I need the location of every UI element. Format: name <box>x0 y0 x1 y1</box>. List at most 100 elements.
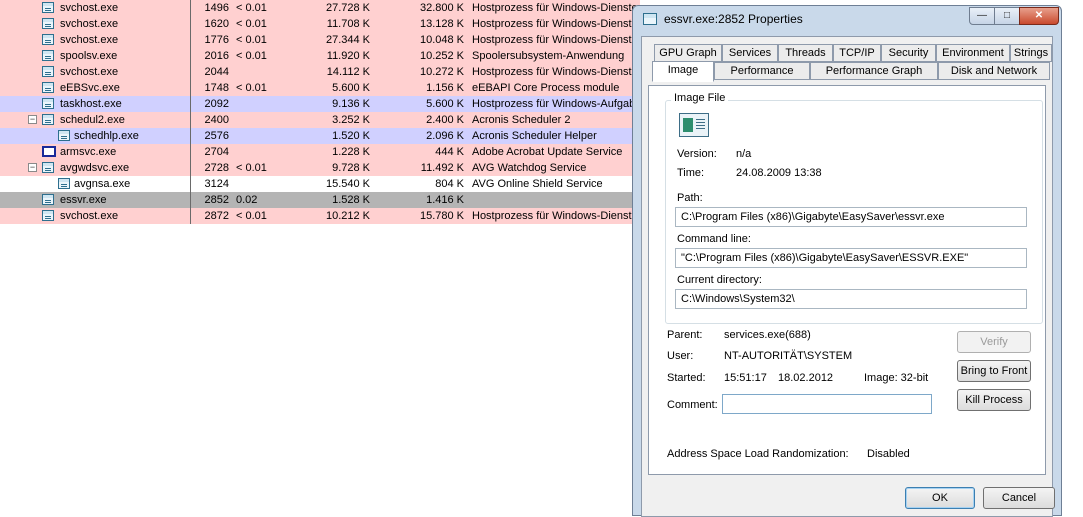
process-working-set: 5.600 K <box>426 98 464 110</box>
tab-strings[interactable]: Strings <box>1010 44 1052 62</box>
process-cpu: 0.02 <box>236 194 258 206</box>
process-pid: 2044 <box>204 66 229 78</box>
process-working-set: 11.492 K <box>420 162 464 174</box>
command-line-field[interactable]: "C:\Program Files (x86)\Gigabyte\EasySav… <box>675 248 1027 268</box>
column-divider[interactable] <box>190 0 191 224</box>
close-button[interactable]: ✕ <box>1019 7 1059 25</box>
comment-input[interactable] <box>722 394 932 414</box>
process-pid: 2852 <box>204 194 229 206</box>
process-description <box>472 192 640 208</box>
command-line-label: Command line: <box>677 233 751 245</box>
process-description: AVG Online Shield Service <box>472 178 603 190</box>
process-cpu <box>236 64 286 80</box>
process-row[interactable]: svchost.exe 1620 < 0.01 11.708 K 13.128 K Hos… <box>0 16 640 32</box>
process-pid: 3124 <box>204 178 229 190</box>
tab-disk-and-network[interactable]: Disk and Network <box>938 62 1050 80</box>
process-description: Acronis Scheduler Helper <box>472 130 597 142</box>
process-cpu <box>236 176 286 192</box>
collapse-icon[interactable]: − <box>28 115 37 124</box>
tab-services[interactable]: Services <box>722 44 778 62</box>
process-row[interactable]: − schedul2.exe 2400 3.252 K 2.400 K Acronis S… <box>0 112 640 128</box>
process-cpu: < 0.01 <box>236 162 267 174</box>
tab-environment[interactable]: Environment <box>936 44 1010 62</box>
process-row[interactable]: − avgwdsvc.exe 2728 < 0.01 9.728 K 11.492 K AV… <box>0 160 640 176</box>
path-field[interactable]: C:\Program Files (x86)\Gigabyte\EasySave… <box>675 207 1027 227</box>
bring-to-front-button[interactable]: Bring to Front <box>957 360 1031 382</box>
process-row[interactable]: schedhlp.exe 2576 1.520 K 2.096 K Acronis Sc… <box>0 128 640 144</box>
process-name: svchost.exe <box>60 66 119 78</box>
process-name: taskhost.exe <box>60 98 122 110</box>
process-working-set: 13.128 K <box>419 18 464 30</box>
process-name: avgnsa.exe <box>74 178 131 190</box>
process-cpu: < 0.01 <box>236 34 267 46</box>
process-description: Hostprozess für Windows-Dienste <box>472 66 638 78</box>
process-pid: 1748 <box>204 82 229 94</box>
properties-dialog: essvr.exe:2852 Properties — □ ✕ GPU Grap… <box>632 5 1062 517</box>
process-description: Hostprozess für Windows-Dienste <box>472 2 638 14</box>
verify-button[interactable]: Verify <box>957 331 1031 353</box>
process-description: Adobe Acrobat Update Service <box>472 146 623 158</box>
process-cpu: < 0.01 <box>236 82 267 94</box>
image-tab-page: Image File Version: n/a Time: 24.08.2009… <box>648 85 1046 475</box>
process-working-set: 2.400 K <box>426 114 464 126</box>
process-cpu: < 0.01 <box>236 210 267 222</box>
process-name: svchost.exe <box>60 18 119 30</box>
process-private-bytes: 3.252 K <box>332 114 370 126</box>
process-row[interactable]: eEBSvc.exe 1748 < 0.01 5.600 K 1.156 K eEBAPI… <box>0 80 640 96</box>
process-pid: 2872 <box>204 210 229 222</box>
process-row[interactable]: essvr.exe 2852 0.02 1.528 K 1.416 K <box>0 192 640 208</box>
process-row[interactable]: svchost.exe 2044 14.112 K 10.272 K Hostproze… <box>0 64 640 80</box>
tab-gpu-graph[interactable]: GPU Graph <box>654 44 722 62</box>
process-private-bytes: 14.112 K <box>326 66 370 78</box>
started-date: 18.02.2012 <box>778 372 834 384</box>
tab-performance-graph[interactable]: Performance Graph <box>810 62 938 80</box>
dialog-title: essvr.exe:2852 Properties <box>664 12 803 26</box>
process-row[interactable]: svchost.exe 1496 < 0.01 27.728 K 32.800 K Hos… <box>0 0 640 16</box>
process-private-bytes: 10.212 K <box>325 210 370 222</box>
process-row[interactable]: armsvc.exe 2704 1.228 K 444 K Adobe Acrobat … <box>0 144 640 160</box>
collapse-icon[interactable]: − <box>28 163 37 172</box>
process-description: Spoolersubsystem-Anwendung <box>472 50 625 62</box>
process-private-bytes: 11.708 K <box>326 18 370 30</box>
tab-tcpip[interactable]: TCP/IP <box>833 44 881 62</box>
cancel-button[interactable]: Cancel <box>983 487 1055 509</box>
ok-button[interactable]: OK <box>905 487 975 509</box>
process-working-set: 15.780 K <box>419 210 464 222</box>
user-value: NT-AUTORITÄT\SYSTEM <box>724 350 853 362</box>
aslr-value: Disabled <box>867 448 910 460</box>
version-value: n/a <box>736 148 752 160</box>
executable-icon <box>679 113 709 137</box>
version-label: Version: <box>677 148 717 160</box>
time-label: Time: <box>677 167 705 179</box>
tab-image[interactable]: Image <box>652 61 714 82</box>
process-pid: 2576 <box>204 130 229 142</box>
process-working-set: 1.156 K <box>426 82 464 94</box>
tab-threads[interactable]: Threads <box>778 44 833 62</box>
started-label: Started: <box>667 372 706 384</box>
process-private-bytes: 1.228 K <box>332 146 370 158</box>
process-name: avgwdsvc.exe <box>60 162 130 174</box>
process-pid: 2016 <box>204 50 229 62</box>
process-private-bytes: 15.540 K <box>325 178 370 190</box>
process-name: svchost.exe <box>60 34 119 46</box>
process-working-set: 10.048 K <box>419 34 464 46</box>
process-row[interactable]: avgnsa.exe 3124 15.540 K 804 K AVG Online Sh… <box>0 176 640 192</box>
process-row[interactable]: svchost.exe 1776 < 0.01 27.344 K 10.048 K Hos… <box>0 32 640 48</box>
minimize-button[interactable]: — <box>969 7 995 25</box>
process-pid: 2728 <box>204 162 229 174</box>
tab-security[interactable]: Security <box>881 44 936 62</box>
process-working-set: 32.800 K <box>419 2 464 14</box>
time-value: 24.08.2009 13:38 <box>736 167 822 179</box>
maximize-button[interactable]: □ <box>994 7 1020 25</box>
process-row[interactable]: svchost.exe 2872 < 0.01 10.212 K 15.780 K Hos… <box>0 208 640 224</box>
path-label: Path: <box>677 192 703 204</box>
process-private-bytes: 9.136 K <box>332 98 370 110</box>
parent-label: Parent: <box>667 329 703 341</box>
process-cpu: < 0.01 <box>236 2 267 14</box>
current-directory-field[interactable]: C:\Windows\System32\ <box>675 289 1027 309</box>
process-private-bytes: 27.344 K <box>325 34 370 46</box>
process-row[interactable]: taskhost.exe 2092 9.136 K 5.600 K Hostprozes… <box>0 96 640 112</box>
tab-performance[interactable]: Performance <box>714 62 810 80</box>
kill-process-button[interactable]: Kill Process <box>957 389 1031 411</box>
process-row[interactable]: spoolsv.exe 2016 < 0.01 11.920 K 10.252 K Spo… <box>0 48 640 64</box>
